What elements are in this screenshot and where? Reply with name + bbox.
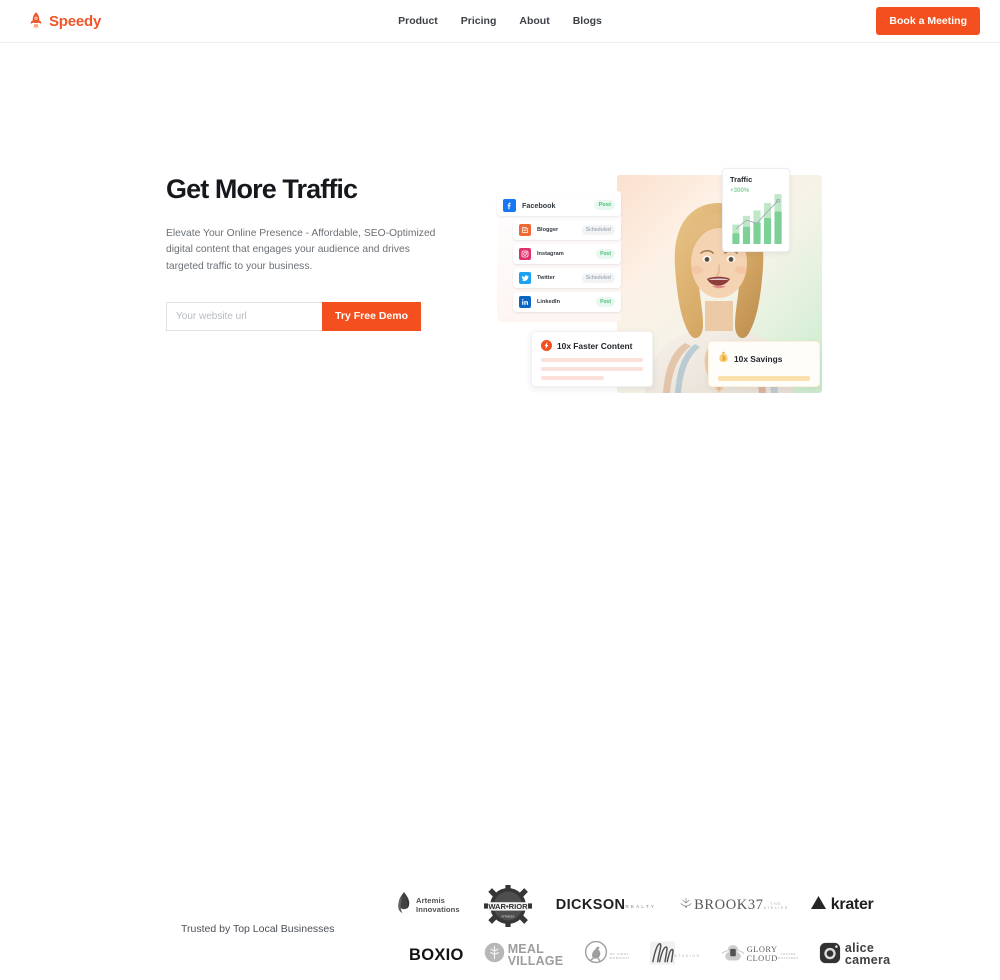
atelier-crest-icon <box>678 896 694 914</box>
list-item[interactable]: Facebook Post <box>497 194 621 216</box>
book-a-meeting-button[interactable]: Book a Meeting <box>876 7 980 35</box>
traffic-bar-chart <box>732 194 782 244</box>
logo-brook37-main: BROOK37 <box>694 896 764 913</box>
traffic-card-title: Traffic <box>730 175 753 184</box>
logo-alice-camera-text: alice camera <box>844 941 891 967</box>
logo-dickson-sub: REALTY <box>625 903 657 909</box>
logo-boxio: BOXIO <box>409 945 464 964</box>
logo-krater-text: krater <box>830 896 874 913</box>
logo-artemis-text: Artemis Innovations <box>416 895 460 914</box>
hero-illustration: Facebook Post Blogger Scheduled Instagra… <box>497 153 842 403</box>
faster-content-card: 10x Faster Content <box>531 331 653 387</box>
nav-item-blogs[interactable]: Blogs <box>573 15 602 27</box>
logo-row: BOXIO MEAL VILLAGE MY FIRST WORKOUT STUD… <box>395 930 890 980</box>
list-item[interactable]: Instagram Post <box>513 244 621 264</box>
logo-brook37: BROOK37 THE ATELIER <box>678 896 789 914</box>
facebook-icon <box>503 198 516 212</box>
savings-label: 10x Savings <box>734 354 783 364</box>
brand-name: Speedy <box>49 12 102 30</box>
list-item[interactable]: LinkedIn Post <box>513 292 621 312</box>
flame-icon <box>395 891 412 919</box>
nav-item-product[interactable]: Product <box>398 15 438 27</box>
logo-dickson-main: DICKSON <box>555 897 626 913</box>
logo-dickson-realty: DICKSON REALTY <box>556 897 656 913</box>
logo-alice-camera: alice camera <box>819 942 891 969</box>
logo-meal-village: MEAL VILLAGE <box>484 942 564 968</box>
logo-row: Artemis Innovations WAR•RIOR FITNESS DIC… <box>395 880 874 930</box>
logo-glory-cloud-sub: COFFEE ROASTERS <box>777 951 799 960</box>
list-item[interactable]: Twitter Scheduled <box>513 268 621 288</box>
page-title: Get More Traffic <box>166 174 358 204</box>
logo-dm-studios-sub: STUDIOS <box>674 953 701 958</box>
brand-logo[interactable]: Speedy <box>28 11 101 31</box>
hero-copy: Get More Traffic Elevate Your Online Pre… <box>166 174 456 331</box>
website-url-input[interactable] <box>166 301 323 331</box>
glory-crest-icon <box>720 944 746 967</box>
logo-glory-cloud-text: GLORY CLOUD <box>746 945 778 963</box>
lightning-bolt-icon <box>541 340 552 351</box>
money-bag-icon <box>718 350 729 368</box>
logo-brook37-sub: THE ATELIER <box>763 901 789 910</box>
list-item-label: Instagram <box>537 251 564 257</box>
twitter-icon <box>519 272 531 284</box>
triangle-icon <box>810 896 826 914</box>
skeleton-line <box>541 367 643 371</box>
status-badge: Post <box>596 249 615 259</box>
main-nav: Product Pricing About Blogs <box>398 15 602 27</box>
status-badge: Scheduled <box>581 273 615 283</box>
skeleton-line <box>541 358 643 362</box>
list-item-label: Blogger <box>537 227 559 233</box>
site-header: Speedy Product Pricing About Blogs Book … <box>0 0 1000 43</box>
traffic-stat-card: Traffic +300% <box>722 168 790 252</box>
hero-subtitle: Elevate Your Online Presence - Affordabl… <box>166 228 436 272</box>
logo-glory-cloud: GLORY CLOUD COFFEE ROASTERS <box>720 944 798 967</box>
logo-artemis-innovations: Artemis Innovations <box>395 891 460 919</box>
script-monogram-icon <box>649 940 675 970</box>
skeleton-line <box>718 376 810 381</box>
list-item-label: LinkedIn <box>537 299 560 305</box>
instagram-icon <box>519 248 531 260</box>
svg-text:FITNESS: FITNESS <box>501 914 514 918</box>
status-badge: Post <box>594 200 615 210</box>
logo-my-first-workout: MY FIRST WORKOUT <box>583 940 630 970</box>
status-badge: Scheduled <box>581 225 615 235</box>
try-free-demo-button[interactable]: Try Free Demo <box>322 301 421 331</box>
camera-square-icon <box>819 942 841 969</box>
nav-item-about[interactable]: About <box>519 15 549 27</box>
trusted-by-label: Trusted by Top Local Businesses <box>181 923 335 935</box>
logo-warrior-text: WAR•RIOR <box>488 902 528 911</box>
kangaroo-circle-icon <box>583 940 609 970</box>
blogger-icon <box>519 224 531 236</box>
logo-warrior: WAR•RIOR FITNESS <box>482 885 534 927</box>
trusted-by-section: Trusted by Top Local Businesses Artemis … <box>0 443 1000 967</box>
hero-section: Get More Traffic Elevate Your Online Pre… <box>0 43 1000 443</box>
nav-item-pricing[interactable]: Pricing <box>461 15 497 27</box>
wheat-circle-icon <box>484 942 505 968</box>
list-item-label: Facebook <box>522 200 556 210</box>
logo-meal-village-text: MEAL VILLAGE <box>507 941 564 968</box>
logo-my-first-workout-sub: MY FIRST WORKOUT <box>609 952 630 960</box>
faster-content-label: 10x Faster Content <box>557 340 633 351</box>
rocket-icon <box>28 11 44 31</box>
skeleton-line <box>541 376 605 380</box>
list-item-label: Twitter <box>537 275 555 281</box>
linkedin-icon <box>519 296 531 308</box>
social-posts-list: Facebook Post Blogger Scheduled Instagra… <box>497 191 621 322</box>
demo-form: Try Free Demo <box>166 301 421 331</box>
savings-header: 10x Savings <box>718 350 810 368</box>
faster-content-header: 10x Faster Content <box>541 340 643 351</box>
savings-card: 10x Savings <box>708 341 820 387</box>
client-logo-grid: Artemis Innovations WAR•RIOR FITNESS DIC… <box>395 880 890 980</box>
list-item[interactable]: Blogger Scheduled <box>513 220 621 240</box>
status-badge: Post <box>596 297 615 307</box>
logo-krater: krater <box>810 896 874 914</box>
logo-dm-studios: STUDIOS <box>649 940 701 970</box>
